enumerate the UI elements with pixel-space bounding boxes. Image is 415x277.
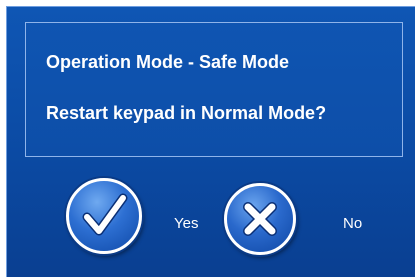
operation-mode-text: Operation Mode - Safe Mode <box>46 52 290 72</box>
no-button[interactable] <box>224 183 296 255</box>
checkmark-icon <box>82 193 128 236</box>
restart-prompt-text: Restart keypad in Normal Mode? <box>46 103 327 123</box>
safe-mode-dialog: Operation Mode - Safe Mode Restart keypa… <box>6 6 415 277</box>
yes-button[interactable] <box>66 178 142 254</box>
message-panel: Operation Mode - Safe Mode Restart keypa… <box>25 22 403 157</box>
close-icon <box>243 202 277 236</box>
no-label[interactable]: No <box>343 215 362 232</box>
yes-label[interactable]: Yes <box>174 215 198 232</box>
